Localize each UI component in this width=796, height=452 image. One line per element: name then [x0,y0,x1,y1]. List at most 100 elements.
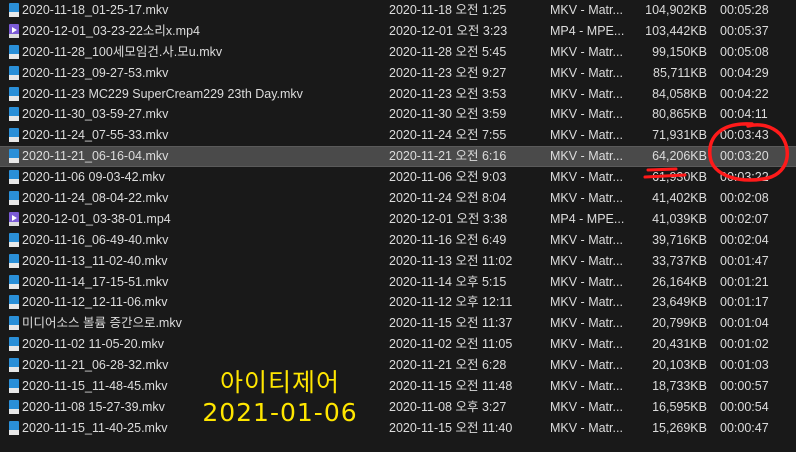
file-duration: 00:04:11 [720,107,768,122]
file-date-modified: 2020-11-15 오전 11:40 [389,420,513,435]
mkv-file-icon [9,358,19,373]
file-row[interactable]: 2020-11-06 09-03-42.mkv 2020-11-06 오전 9:0… [0,167,796,188]
file-date-modified: 2020-11-14 오후 5:15 [389,274,507,289]
file-row[interactable]: 2020-11-21_06-28-32.mkv 2020-11-21 오전 6:2… [0,355,796,376]
file-type: MKV - Matr... [550,295,623,310]
file-row[interactable]: 2020-11-24_08-04-22.mkv 2020-11-24 오전 8:0… [0,188,796,209]
file-name: 2020-11-23_09-27-53.mkv [22,65,169,80]
file-name: 2020-11-30_03-59-27.mkv [22,107,169,122]
file-size: 41,402KB [652,191,707,206]
file-row[interactable]: 2020-11-14_17-15-51.mkv 2020-11-14 오후 5:1… [0,272,796,293]
file-duration: 00:01:04 [720,316,769,331]
file-duration: 00:01:47 [720,253,769,268]
file-type: MKV - Matr... [550,3,623,17]
file-size: 18,733KB [652,379,707,394]
file-date-modified: 2020-11-02 오전 11:05 [389,337,513,352]
file-row[interactable]: 2020-11-15_11-48-45.mkv 2020-11-15 오전 11:… [0,376,796,397]
file-row[interactable]: 2020-11-13_11-02-40.mkv 2020-11-13 오전 11:… [0,251,796,272]
mkv-file-icon [9,128,19,143]
file-date-modified: 2020-12-01 오전 3:23 [389,23,508,38]
file-type: MKV - Matr... [550,399,623,414]
file-duration: 00:04:29 [720,65,769,80]
file-size: 15,269KB [652,420,707,435]
file-duration: 00:03:22 [720,170,769,185]
mkv-file-icon [9,274,19,289]
file-duration: 00:04:22 [720,86,769,101]
file-size: 16,595KB [652,399,707,414]
file-duration: 00:01:21 [720,274,769,289]
file-name: 2020-11-02 11-05-20.mkv [22,337,164,352]
file-duration: 00:00:54 [720,399,769,414]
file-name: 2020-11-18_01-25-17.mkv [22,3,169,17]
file-date-modified: 2020-11-30 오전 3:59 [389,107,507,122]
file-type: MKV - Matr... [550,379,623,394]
mkv-file-icon [9,316,19,331]
file-date-modified: 2020-11-24 오전 8:04 [389,191,507,206]
file-size: 71,931KB [652,128,707,143]
file-type: MKV - Matr... [550,149,623,164]
file-duration: 00:02:07 [720,211,769,226]
mp4-file-icon [9,23,19,38]
file-duration: 00:03:43 [720,128,769,143]
file-type: MKV - Matr... [550,128,623,143]
mkv-file-icon [9,379,19,394]
file-row[interactable]: 2020-11-15_11-40-25.mkv 2020-11-15 오전 11:… [0,418,796,439]
file-row[interactable]: 미디어소스 볼륨 증간으로.mkv 2020-11-15 오전 11:37 MKV … [0,313,796,334]
file-row[interactable]: 2020-11-16_06-49-40.mkv 2020-11-16 오전 6:4… [0,230,796,251]
file-name: 2020-11-06 09-03-42.mkv [22,170,165,185]
file-name: 2020-11-24_08-04-22.mkv [22,191,169,206]
file-name: 2020-11-16_06-49-40.mkv [22,232,169,247]
file-type: MKV - Matr... [550,191,623,206]
file-duration: 00:00:57 [720,379,769,394]
file-size: 61,930KB [652,170,707,185]
file-row[interactable]: 2020-11-30_03-59-27.mkv 2020-11-30 오전 3:5… [0,104,796,125]
file-type: MKV - Matr... [550,316,623,331]
mkv-file-icon [9,253,19,268]
file-type: MKV - Matr... [550,170,623,185]
file-duration: 00:00:47 [720,420,769,435]
file-name: 2020-12-01_03-23-22소리x.mp4 [22,23,200,38]
file-type: MKV - Matr... [550,274,623,289]
file-name: 2020-11-24_07-55-33.mkv [22,128,169,143]
file-duration: 00:01:02 [720,337,769,352]
file-type: MP4 - MPE... [550,23,625,38]
file-row[interactable]: 2020-12-01_03-23-22소리x.mp4 2020-12-01 오전 … [0,21,796,42]
mkv-file-icon [9,3,19,17]
file-duration: 00:05:28 [720,3,769,17]
file-name: 2020-11-13_11-02-40.mkv [22,253,168,268]
file-row[interactable]: 2020-11-23_09-27-53.mkv 2020-11-23 오전 9:2… [0,63,796,84]
file-date-modified: 2020-11-15 오전 11:48 [389,379,513,394]
mkv-file-icon [9,420,19,435]
file-size: 33,737KB [652,253,707,268]
file-duration: 00:03:20 [720,149,769,164]
file-row[interactable]: 2020-11-18_01-25-17.mkv 2020-11-18 오전 1:2… [0,0,796,21]
file-duration: 00:01:03 [720,358,769,373]
file-date-modified: 2020-11-13 오전 11:02 [389,253,513,268]
file-name: 2020-11-28_100세모임건.사.모u.mkv [22,44,223,59]
file-date-modified: 2020-11-24 오전 7:55 [389,128,507,143]
file-row[interactable]: 2020-11-08 15-27-39.mkv 2020-11-08 오후 3:2… [0,397,796,418]
file-list[interactable]: 2020-11-18_01-25-17.mkv 2020-11-18 오전 1:2… [0,0,796,439]
file-row[interactable]: 2020-11-12_12-11-06.mkv 2020-11-12 오후 12:… [0,292,796,313]
file-size: 39,716KB [652,232,707,247]
mkv-file-icon [9,337,19,352]
file-row[interactable]: 2020-11-28_100세모임건.사.모u.mkv 2020-11-28 오전… [0,42,796,63]
file-type: MKV - Matr... [550,232,623,247]
file-row[interactable]: 2020-12-01_03-38-01.mp4 2020-12-01 오전 3:3… [0,209,796,230]
file-date-modified: 2020-12-01 오전 3:38 [389,211,508,226]
file-row[interactable]: 2020-11-02 11-05-20.mkv 2020-11-02 오전 11:… [0,334,796,355]
mkv-file-icon [9,86,19,101]
file-type: MKV - Matr... [550,253,623,268]
file-size: 64,206KB [652,149,707,164]
file-name: 2020-11-23 MC229 SuperCream229 23th Day.… [22,86,303,101]
file-size: 23,649KB [652,295,707,310]
file-size: 80,865KB [652,107,707,122]
mkv-file-icon [9,232,19,247]
file-row[interactable]: 2020-11-23 MC229 SuperCream229 23th Day.… [0,84,796,105]
file-row[interactable]: 2020-11-24_07-55-33.mkv 2020-11-24 오전 7:5… [0,125,796,146]
file-row[interactable]: 2020-11-21_06-16-04.mkv 2020-11-21 오전 6:1… [0,146,796,168]
file-duration: 00:05:08 [720,44,769,59]
file-size: 26,164KB [652,274,707,289]
file-duration: 00:02:04 [720,232,769,247]
file-size: 99,150KB [652,44,707,59]
